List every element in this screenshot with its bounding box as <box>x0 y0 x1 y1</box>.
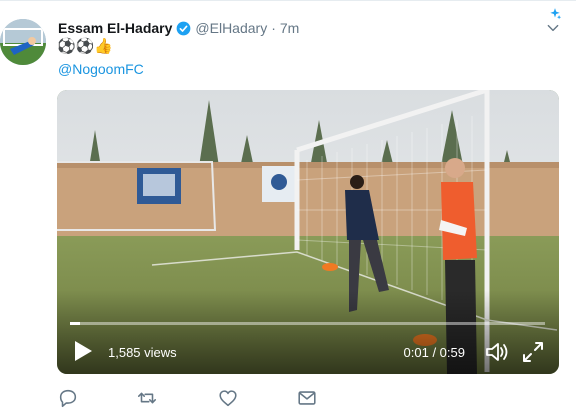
timestamp[interactable]: 7m <box>280 19 299 37</box>
avatar[interactable] <box>0 19 46 65</box>
thumbs-up-emoji: 👍 <box>94 38 114 55</box>
video-progress-bar[interactable] <box>70 322 545 325</box>
reply-icon[interactable] <box>57 387 79 409</box>
view-count: 1,585 views <box>108 345 177 360</box>
retweet-icon[interactable] <box>136 387 158 409</box>
soccer-ball-emoji: ⚽ <box>75 38 95 55</box>
chevron-down-icon[interactable] <box>546 21 560 35</box>
author-handle[interactable]: @ElHadary <box>195 19 267 37</box>
tweet-actions <box>57 387 317 409</box>
play-icon[interactable] <box>73 340 93 362</box>
verified-badge-icon <box>177 21 191 35</box>
mention-link[interactable]: @NogoomFC <box>58 60 144 78</box>
fullscreen-icon[interactable] <box>521 340 545 364</box>
top-tweets-sparkle-icon[interactable] <box>548 7 562 21</box>
tweet-header: Essam El-Hadary @ElHadary · 7m <box>58 19 536 37</box>
video-progress-fill <box>70 322 80 325</box>
tweet-text-emojis: ⚽ ⚽ 👍 <box>57 38 113 56</box>
separator: · <box>271 20 276 36</box>
soccer-ball-emoji: ⚽ <box>57 38 76 55</box>
author-name[interactable]: Essam El-Hadary <box>58 19 172 37</box>
dm-icon[interactable] <box>296 387 318 409</box>
video-timecode: 0:01 / 0:59 <box>403 345 465 360</box>
volume-icon[interactable] <box>484 340 510 364</box>
tweet-card: Essam El-Hadary @ElHadary · 7m ⚽ ⚽ 👍 @No… <box>0 0 576 420</box>
video-player[interactable]: 1,585 views 0:01 / 0:59 <box>57 90 559 374</box>
like-icon[interactable] <box>217 387 239 409</box>
video-frame <box>57 90 559 374</box>
